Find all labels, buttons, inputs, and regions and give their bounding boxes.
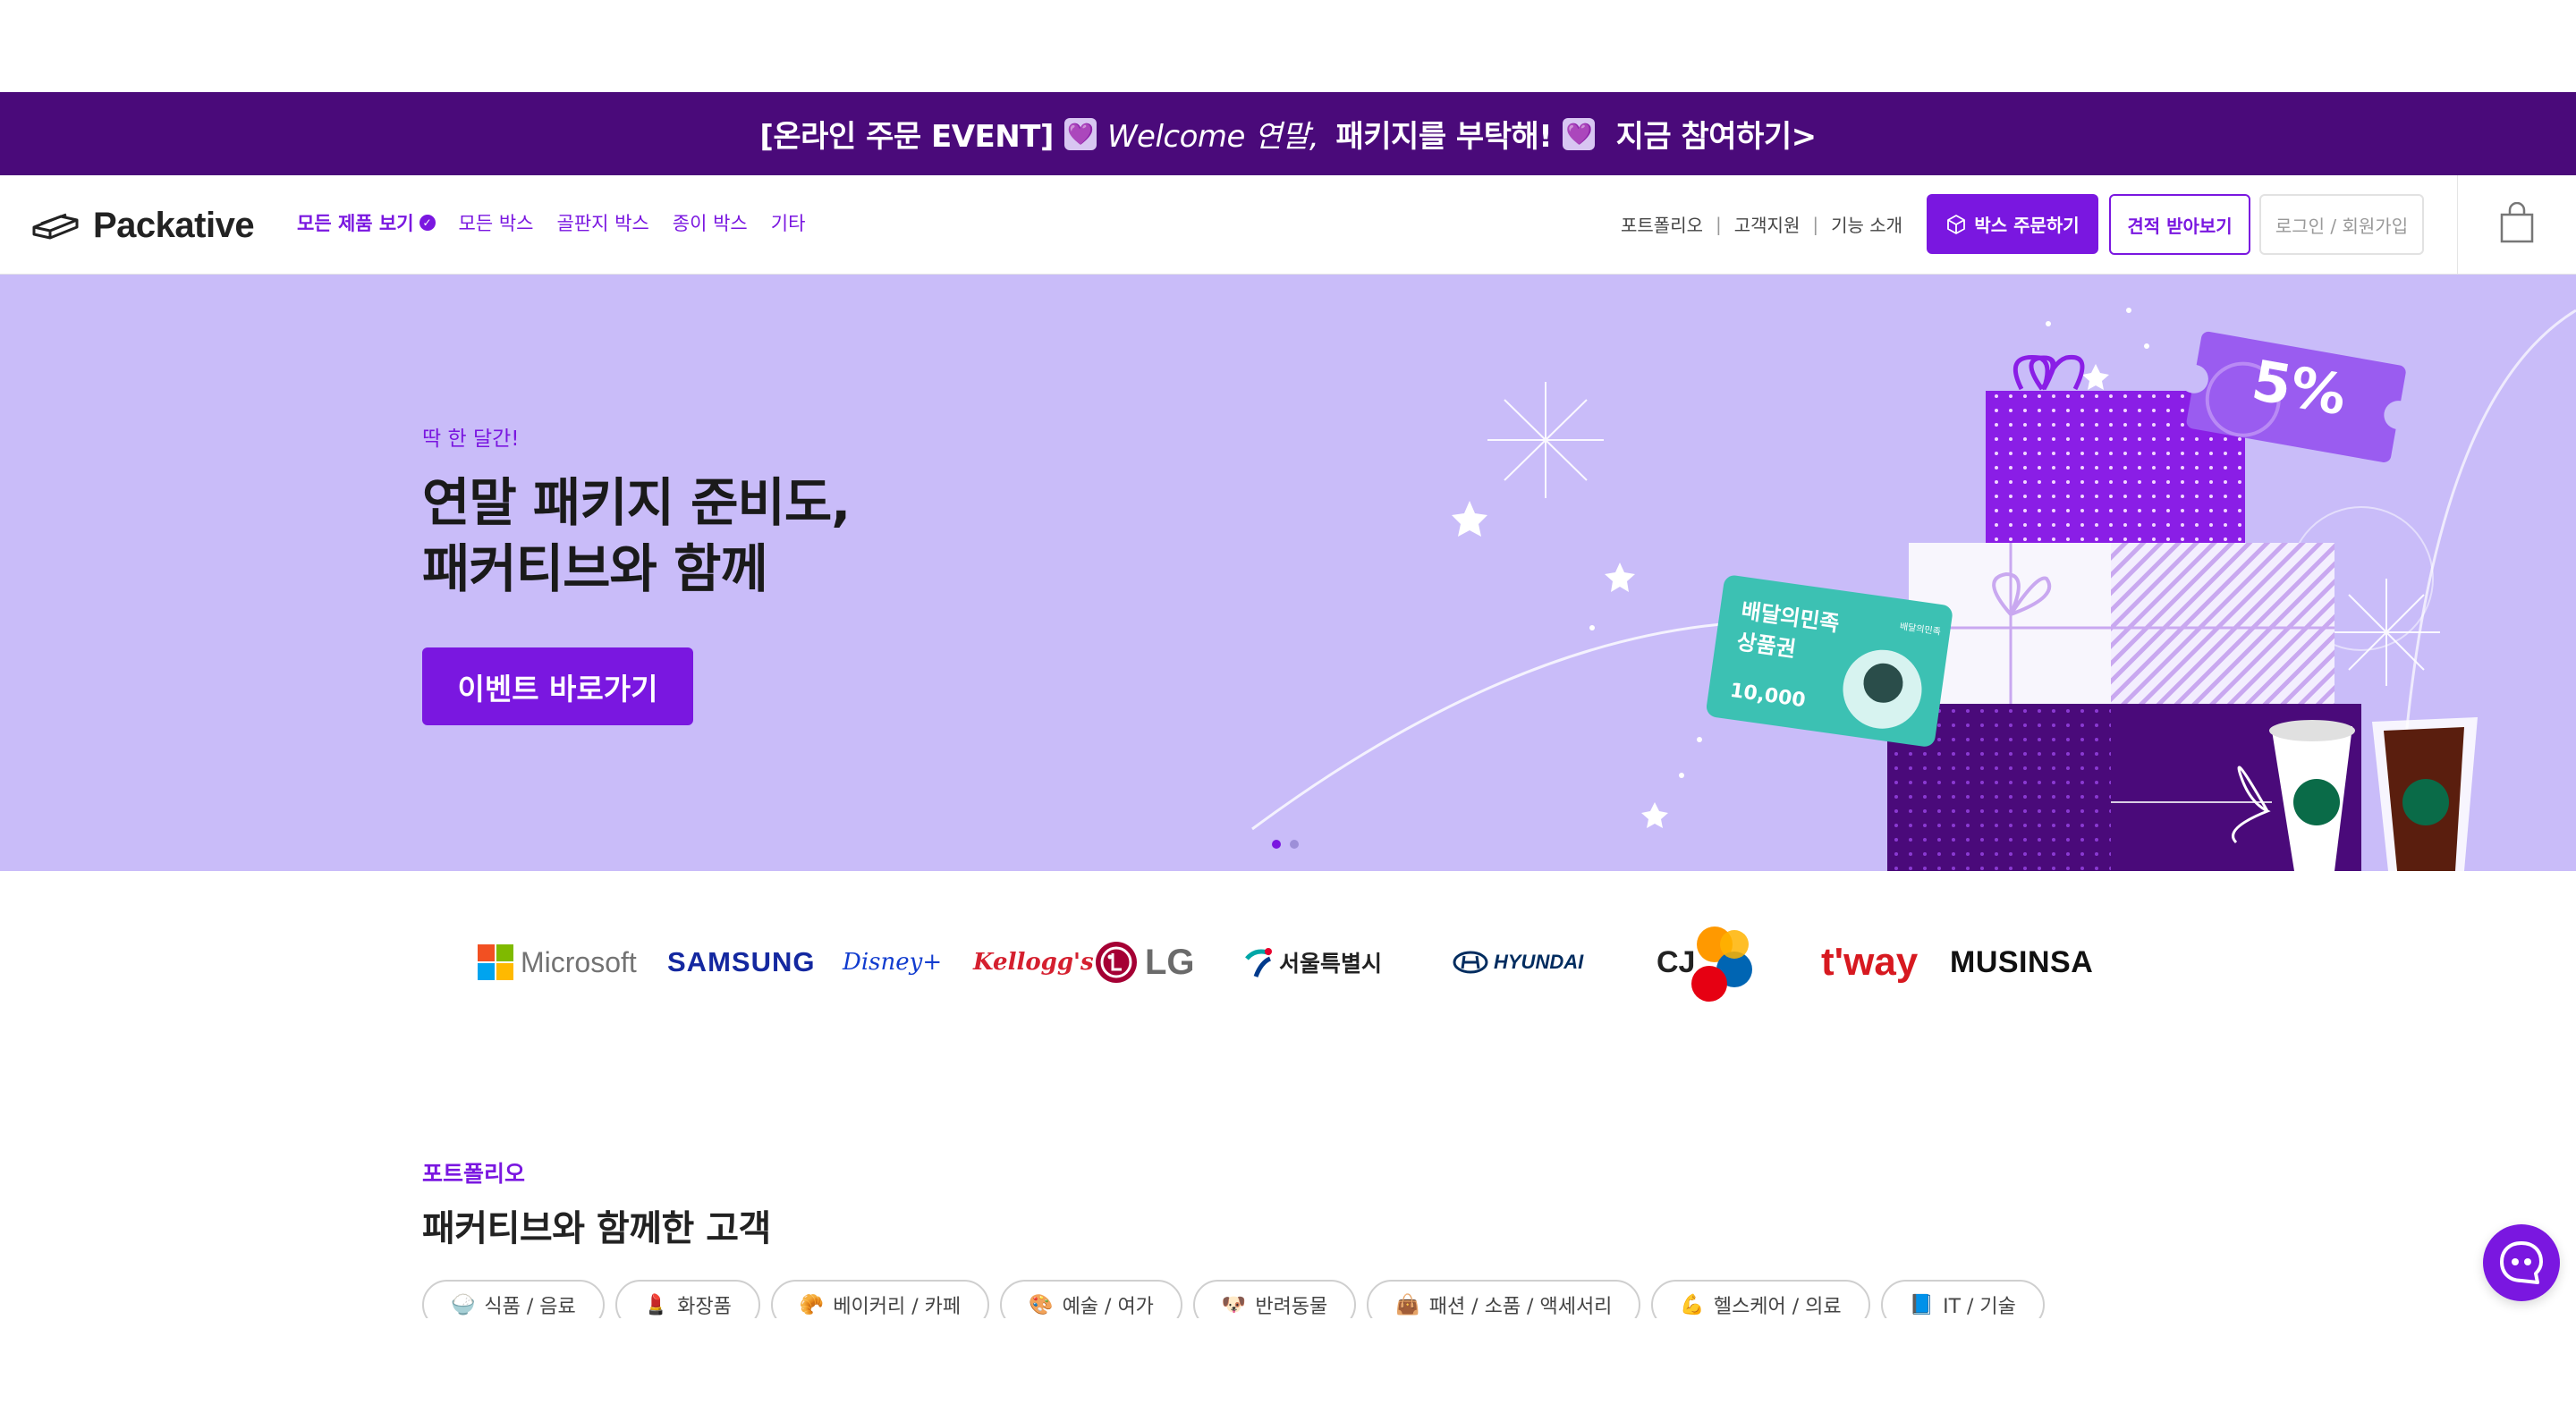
microsoft-logo-icon [478, 944, 513, 980]
carousel-dot-2[interactable] [1290, 840, 1299, 849]
chip-label: 반려동물 [1255, 1296, 1328, 1318]
flexed-arm-icon: 💪 [1680, 1293, 1705, 1316]
lipstick-icon: 💄 [643, 1293, 669, 1316]
brand-cj: CJ [1657, 914, 1753, 1011]
logo[interactable]: Packative [30, 206, 255, 246]
utility-links: 포트폴리오 | 고객지원 | 기능 소개 [1621, 211, 1902, 237]
handbag-icon: 👜 [1395, 1293, 1420, 1316]
chip-label: 헬스케어 / 의료 [1713, 1296, 1842, 1318]
palette-icon: 🎨 [1029, 1293, 1054, 1316]
separator: | [1716, 213, 1722, 235]
util-features-link[interactable]: 기능 소개 [1831, 211, 1902, 237]
order-box-button[interactable]: 박스 주문하기 [1927, 194, 2098, 254]
nav-all-products-label: 모든 제품 보기 [297, 213, 414, 234]
carousel-indicator [1272, 840, 1299, 849]
brand-samsung: SAMSUNG [667, 914, 815, 1011]
hero-illustration [1251, 308, 2576, 871]
croissant-icon: 🥐 [799, 1293, 825, 1316]
dog-icon: 🐶 [1221, 1293, 1247, 1316]
logo-text: Packative [93, 206, 255, 245]
get-quote-button[interactable]: 견적 받아보기 [2109, 194, 2250, 255]
nav-etc[interactable]: 기타 [771, 209, 806, 236]
brand-microsoft: Microsoft [478, 914, 637, 1011]
hero-title-line1: 연말 패키지 준비도, [422, 472, 851, 533]
brand-disney: Disney+ [843, 914, 942, 1011]
event-banner-welcome: Welcome 연말, [1106, 119, 1319, 155]
brand-disney-label: Disney+ [843, 949, 943, 976]
rice-bowl-icon: 🍚 [451, 1293, 476, 1316]
login-signup-button[interactable]: 로그인 / 회원가입 [2259, 194, 2424, 255]
brand-seoul-label: 서울특별시 [1279, 951, 1383, 977]
event-banner-label: [온라인 주문 EVENT] [759, 119, 1054, 155]
main-nav: 모든 제품 보기 ✓ 모든 박스 골판지 박스 종이 박스 기타 [297, 209, 805, 236]
nav-all-boxes[interactable]: 모든 박스 [459, 209, 534, 236]
chat-bubble-icon [2500, 1241, 2543, 1284]
header-divider [2457, 175, 2458, 274]
heart-icon: 💜 [1563, 117, 1596, 150]
chip-label: 베이커리 / 카페 [833, 1296, 962, 1318]
order-box-button-label: 박스 주문하기 [1974, 215, 2080, 236]
brand-musinsa: MUSINSA [1950, 914, 2093, 1011]
hero-banner: 5% 배달의민족 상품권 배달의민족 10,000 딱 한 달간! 연말 패키지… [0, 275, 2576, 871]
brand-microsoft-label: Microsoft [521, 945, 637, 978]
separator: | [1812, 213, 1819, 235]
chat-support-button[interactable] [2483, 1224, 2560, 1301]
brand-hyundai: HYUNDAI [1453, 914, 1583, 1011]
event-banner[interactable]: [온라인 주문 EVENT] 💜 Welcome 연말, 패키지를 부탁해! 💜… [0, 92, 2576, 175]
util-portfolio-link[interactable]: 포트폴리오 [1621, 211, 1703, 237]
brand-samsung-label: SAMSUNG [667, 946, 816, 977]
check-icon: ✓ [419, 215, 436, 231]
shopping-bag-icon[interactable] [2499, 202, 2535, 243]
viewport-bottom-edge [0, 1318, 2576, 1413]
portfolio-title: 패커티브와 함께한 고객 [422, 1208, 771, 1249]
brand-hyundai-label: HYUNDAI [1494, 951, 1584, 973]
chip-label: 화장품 [677, 1296, 732, 1318]
brand-seoul: 서울특별시 [1243, 914, 1382, 1011]
event-banner-join-link[interactable]: 지금 참여하기> [1606, 112, 1818, 156]
hero-title: 연말 패키지 준비도, 패커티브와 함께 [422, 470, 851, 602]
event-banner-text: 패키지를 부탁해! [1326, 119, 1553, 155]
chip-label: IT / 기술 [1943, 1296, 2016, 1318]
nav-paper-boxes[interactable]: 종이 박스 [673, 209, 748, 236]
site-header: Packative 모든 제품 보기 ✓ 모든 박스 골판지 박스 종이 박스 … [0, 175, 2576, 275]
nav-all-products[interactable]: 모든 제품 보기 ✓ [297, 209, 436, 236]
brand-kelloggs: Kellogg's [973, 914, 1094, 1011]
heart-icon: 💜 [1063, 117, 1097, 150]
client-logos: Microsoft SAMSUNG Disney+ Kellogg's LG 서… [474, 914, 2102, 1011]
nav-corrugated-boxes[interactable]: 골판지 박스 [557, 209, 649, 236]
chip-label: 예술 / 여가 [1062, 1296, 1154, 1318]
carousel-dot-1[interactable] [1272, 840, 1281, 849]
box-icon [1947, 214, 1966, 234]
event-cta-button[interactable]: 이벤트 바로가기 [422, 647, 693, 725]
chip-label: 식품 / 음료 [484, 1296, 576, 1318]
brand-tway: t'way [1821, 914, 1918, 1011]
brand-lg: LG [1095, 914, 1195, 1011]
book-icon: 📘 [1909, 1293, 1935, 1316]
box-logo-icon [32, 213, 79, 239]
brand-tway-label: t'way [1821, 940, 1919, 984]
brand-kelloggs-label: Kellogg's [973, 949, 1094, 976]
brand-musinsa-label: MUSINSA [1950, 944, 2094, 979]
portfolio-eyebrow: 포트폴리오 [422, 1161, 526, 1187]
seoul-logo-icon [1245, 948, 1272, 977]
util-support-link[interactable]: 고객지원 [1734, 211, 1801, 237]
hero-title-line2: 패커티브와 함께 [422, 538, 768, 599]
chip-label: 패션 / 소품 / 액세서리 [1428, 1296, 1613, 1318]
lg-logo-icon [1096, 942, 1137, 983]
hero-eyebrow: 딱 한 달간! [422, 427, 520, 451]
cj-logo-icon [1691, 926, 1753, 1002]
brand-lg-label: LG [1145, 942, 1195, 982]
hyundai-logo-icon [1453, 951, 1488, 974]
